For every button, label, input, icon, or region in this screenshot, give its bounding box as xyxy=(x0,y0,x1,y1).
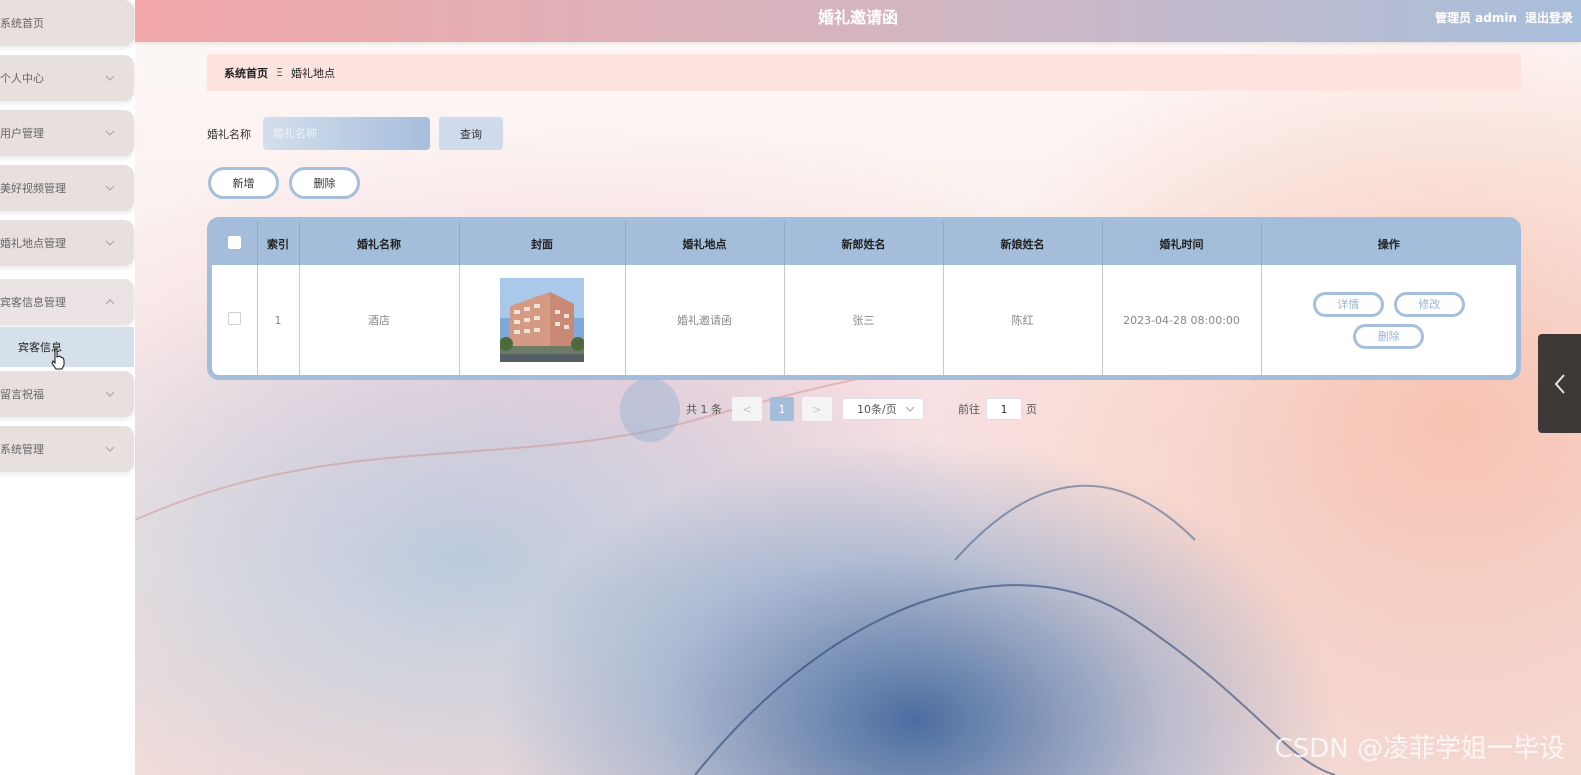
sidebar: 系统首页 个人中心 用户管理 美好视频管理 婚礼地点管理 宾客信息管理 宾客信息… xyxy=(0,0,135,775)
sidebar-subitem-guest-info[interactable]: 宾客信息 xyxy=(0,327,134,367)
sidebar-item-user-management[interactable]: 用户管理 xyxy=(0,110,134,156)
column-header: 封面 xyxy=(459,222,626,265)
data-table: 索引 婚礼名称 封面 婚礼地点 新郎姓名 新娘姓名 婚礼时间 操作 1 酒店 婚… xyxy=(207,217,1521,380)
goto-label: 前往 xyxy=(958,403,980,416)
select-all-checkbox[interactable] xyxy=(227,235,241,249)
bride-name-cell: 陈红 xyxy=(943,265,1103,375)
column-header: 新娘姓名 xyxy=(943,222,1103,265)
page-suffix: 页 xyxy=(1026,403,1037,416)
sidebar-item-label: 美好视频管理 xyxy=(0,182,66,195)
current-user-label: 管理员 admin xyxy=(1434,11,1517,25)
sidebar-item-guest-management[interactable]: 宾客信息管理 xyxy=(0,279,134,325)
sidebar-item-personal-center[interactable]: 个人中心 xyxy=(0,55,134,101)
breadcrumb-separator: Ξ xyxy=(276,66,283,79)
column-header: 索引 xyxy=(257,222,300,265)
batch-delete-button[interactable]: 删除 xyxy=(289,167,360,199)
select-all-header xyxy=(212,222,258,265)
chevron-up-icon xyxy=(105,299,115,305)
sidebar-item-video-management[interactable]: 美好视频管理 xyxy=(0,165,134,211)
breadcrumb-current: 婚礼地点 xyxy=(290,66,335,80)
sidebar-item-venue-management[interactable]: 婚礼地点管理 xyxy=(0,220,134,266)
page-number-button[interactable]: 1 xyxy=(770,397,794,421)
chevron-down-icon xyxy=(105,240,115,246)
column-header: 婚礼时间 xyxy=(1102,222,1262,265)
row-delete-button[interactable]: 删除 xyxy=(1353,323,1425,349)
chevron-down-icon xyxy=(105,446,115,452)
index-cell: 1 xyxy=(257,265,300,375)
table-header-row: 索引 婚礼名称 封面 婚礼地点 新郎姓名 新娘姓名 婚礼时间 操作 xyxy=(212,222,1516,265)
side-panel-toggle[interactable] xyxy=(1538,334,1581,433)
cover-cell xyxy=(459,265,626,375)
sidebar-item-label: 留言祝福 xyxy=(0,388,44,401)
breadcrumb-home[interactable]: 系统首页 xyxy=(224,65,268,81)
sidebar-item-system-management[interactable]: 系统管理 xyxy=(0,426,134,472)
sidebar-item-messages[interactable]: 留言祝福 xyxy=(0,371,134,417)
chevron-left-icon xyxy=(1554,373,1565,394)
sidebar-item-label: 用户管理 xyxy=(0,127,44,140)
sidebar-item-label: 婚礼地点管理 xyxy=(0,237,66,250)
top-header: 婚礼邀请函 管理员 admin 退出登录 xyxy=(135,0,1581,42)
cover-image xyxy=(500,278,584,362)
next-page-button[interactable]: > xyxy=(802,397,832,421)
edit-button[interactable]: 修改 xyxy=(1393,291,1465,317)
add-button[interactable]: 新增 xyxy=(208,167,279,199)
search-button[interactable]: 查询 xyxy=(439,117,503,150)
column-header: 婚礼名称 xyxy=(299,222,460,265)
sidebar-item-label: 系统首页 xyxy=(0,17,44,30)
search-label: 婚礼名称 xyxy=(207,128,251,141)
prev-page-button[interactable]: < xyxy=(732,397,762,421)
sidebar-item-label: 个人中心 xyxy=(0,72,44,85)
column-header: 婚礼地点 xyxy=(625,222,785,265)
watermark-text: CSDN @凌菲学姐一毕设 xyxy=(1274,734,1565,764)
goto-page-input[interactable] xyxy=(986,398,1022,420)
wedding-name-search-input[interactable] xyxy=(263,117,430,150)
operations-cell: 详情 修改 删除 xyxy=(1261,265,1516,375)
sidebar-item-label: 系统管理 xyxy=(0,443,44,456)
chevron-down-icon xyxy=(905,406,915,412)
pagination: 共 1 条 < 1 > 10条/页 前往 页 xyxy=(686,397,1037,421)
hand-cursor-icon xyxy=(51,348,65,370)
chevron-down-icon xyxy=(105,185,115,191)
pagination-total: 共 1 条 xyxy=(686,403,722,416)
chevron-down-icon xyxy=(105,75,115,81)
sidebar-item-home[interactable]: 系统首页 xyxy=(0,0,134,46)
column-header: 新郎姓名 xyxy=(784,222,944,265)
breadcrumb: 系统首页 Ξ 婚礼地点 xyxy=(207,54,1521,91)
wedding-name-cell: 酒店 xyxy=(299,265,460,375)
table-row: 1 酒店 婚礼邀请函 张三 陈红 2023-04-28 08:00:00 详情 … xyxy=(212,265,1516,375)
row-select-cell xyxy=(212,265,258,375)
logout-link[interactable]: 退出登录 xyxy=(1525,9,1573,26)
chevron-down-icon xyxy=(105,391,115,397)
row-checkbox[interactable] xyxy=(227,312,241,325)
chevron-down-icon xyxy=(105,130,115,136)
location-cell: 婚礼邀请函 xyxy=(625,265,785,375)
detail-button[interactable]: 详情 xyxy=(1312,291,1384,317)
page-size-select[interactable]: 10条/页 xyxy=(842,398,924,420)
header-user-area: 管理员 admin 退出登录 xyxy=(1435,9,1573,26)
groom-name-cell: 张三 xyxy=(784,265,944,375)
app-title: 婚礼邀请函 xyxy=(817,8,898,27)
wedding-time-cell: 2023-04-28 08:00:00 xyxy=(1102,265,1262,375)
column-header: 操作 xyxy=(1261,222,1516,265)
page-size-value: 10条/页 xyxy=(857,403,897,416)
sidebar-item-label: 宾客信息管理 xyxy=(0,296,66,309)
